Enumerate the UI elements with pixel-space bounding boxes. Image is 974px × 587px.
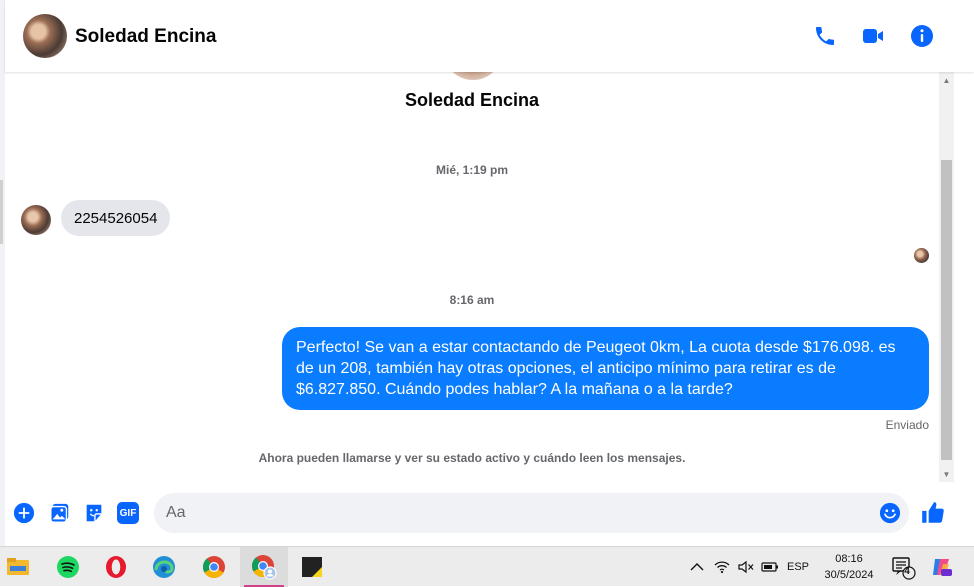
contact-avatar[interactable] (23, 14, 67, 58)
wifi-icon[interactable] (710, 547, 734, 587)
notification-count: 4 (904, 566, 910, 577)
edge-icon[interactable] (140, 547, 188, 587)
profile-avatar (443, 72, 503, 80)
windows-taskbar: ESP 08:16 30/5/2024 4 (0, 546, 974, 587)
messenger-window: Soledad Encina Soledad Encina Mié, 1:19 … (0, 0, 974, 546)
conversation-area: Soledad Encina Mié, 1:19 pm 2254526054 8… (5, 72, 939, 482)
contact-name[interactable]: Soledad Encina (75, 26, 216, 48)
chat-header: Soledad Encina (5, 0, 974, 72)
photo-icon[interactable] (49, 502, 71, 524)
file-explorer-icon[interactable] (0, 547, 42, 587)
gif-icon[interactable]: GIF (117, 502, 139, 524)
received-message[interactable]: 2254526054 (61, 200, 171, 236)
profile-name: Soledad Encina (404, 90, 540, 110)
message-status: Enviado (885, 418, 929, 432)
seen-indicator-avatar (914, 248, 929, 263)
input-language[interactable]: ESP (784, 547, 812, 587)
chrome-profile-icon[interactable] (240, 547, 288, 587)
video-call-icon[interactable] (861, 24, 885, 48)
message-input-wrapper[interactable] (154, 493, 909, 533)
emoji-icon[interactable] (879, 502, 901, 524)
clock-date: 30/5/2024 (824, 569, 874, 581)
battery-icon[interactable] (758, 547, 782, 587)
call-availability-notice: Ahora pueden llamarse y ver su estado ac… (258, 451, 686, 465)
scrollbar[interactable]: ▲ ▼ (939, 72, 954, 482)
chrome-icon[interactable] (190, 547, 238, 587)
message-input[interactable] (166, 493, 866, 533)
gif-label: GIF (119, 507, 137, 519)
scroll-up-arrow-icon[interactable]: ▲ (939, 72, 954, 88)
system-clock[interactable]: 08:16 30/5/2024 (816, 551, 882, 583)
timestamp: Mié, 1:19 pm (435, 163, 509, 177)
scrollbar-thumb[interactable] (941, 160, 952, 460)
like-icon[interactable] (920, 500, 946, 526)
phone-icon[interactable] (813, 24, 837, 48)
clock-time: 08:16 (835, 553, 863, 565)
copilot-icon[interactable] (926, 547, 956, 587)
plus-icon[interactable] (13, 502, 35, 524)
scroll-down-arrow-icon[interactable]: ▼ (939, 466, 954, 482)
sticky-notes-icon[interactable] (288, 547, 336, 587)
chevron-up-icon[interactable] (684, 547, 710, 587)
volume-muted-icon[interactable] (734, 547, 758, 587)
sent-message[interactable]: Perfecto! Se van a estar contactando de … (282, 327, 929, 410)
info-icon[interactable] (910, 24, 934, 48)
opera-icon[interactable] (92, 547, 140, 587)
sticker-icon[interactable] (83, 502, 105, 524)
edge-marker (0, 180, 3, 244)
spotify-icon[interactable] (44, 547, 92, 587)
timestamp: 8:16 am (449, 293, 495, 307)
sender-avatar[interactable] (21, 205, 51, 235)
notifications-icon[interactable]: 4 (888, 547, 918, 587)
message-composer: GIF (5, 482, 974, 546)
